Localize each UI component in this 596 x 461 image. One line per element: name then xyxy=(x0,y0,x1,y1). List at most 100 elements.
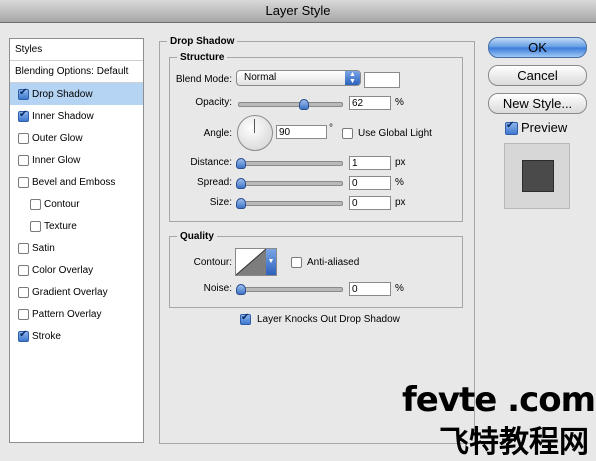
quality-title: Quality xyxy=(180,231,214,242)
size-slider[interactable] xyxy=(236,198,343,209)
style-item-checkbox[interactable] xyxy=(18,264,29,276)
drop-shadow-title: Drop Shadow xyxy=(170,36,235,47)
noise-slider[interactable] xyxy=(236,284,343,295)
use-global-light-checkbox[interactable] xyxy=(342,128,353,139)
preview-thumbnail xyxy=(504,143,570,209)
style-item[interactable]: Outer Glow xyxy=(10,127,143,149)
style-item-label: Outer Glow xyxy=(32,132,83,144)
opacity-slider[interactable] xyxy=(238,99,343,110)
opacity-field[interactable]: 62 xyxy=(349,96,391,110)
style-item[interactable]: Texture xyxy=(10,215,143,237)
angle-label: Angle: xyxy=(203,128,232,139)
style-item[interactable]: Color Overlay xyxy=(10,259,143,281)
opacity-unit: % xyxy=(395,97,404,108)
spread-slider-handle[interactable] xyxy=(236,178,246,189)
contour-label: Contour: xyxy=(193,257,232,268)
preview-square xyxy=(522,160,554,192)
distance-slider-handle[interactable] xyxy=(236,158,246,169)
noise-field[interactable]: 0 xyxy=(349,282,391,296)
quality-group: Quality xyxy=(169,231,463,308)
style-item[interactable]: Drop Shadow xyxy=(10,83,143,105)
style-item-checkbox[interactable] xyxy=(30,220,41,232)
watermark-domain: fevte .com xyxy=(402,380,596,420)
spread-unit: % xyxy=(395,177,404,188)
ok-button[interactable]: OK xyxy=(488,37,587,58)
style-item-checkbox[interactable] xyxy=(18,286,29,298)
style-item-checkbox[interactable] xyxy=(30,198,41,210)
style-item[interactable]: Pattern Overlay xyxy=(10,303,143,325)
angle-field[interactable]: 90 xyxy=(276,125,327,139)
preview-label: Preview xyxy=(521,120,568,135)
style-item-checkbox[interactable] xyxy=(18,87,29,100)
spread-field[interactable]: 0 xyxy=(349,176,391,190)
layer-knocks-out-checkbox[interactable] xyxy=(240,312,251,325)
size-slider-handle[interactable] xyxy=(236,198,246,209)
style-item[interactable]: Contour xyxy=(10,193,143,215)
style-item-checkbox[interactable] xyxy=(18,132,29,144)
watermark-chinese: 飞特教程网 xyxy=(439,425,589,460)
style-item[interactable]: Gradient Overlay xyxy=(10,281,143,303)
anti-aliased-label: Anti-aliased xyxy=(307,257,360,268)
styles-header[interactable]: Styles xyxy=(10,39,143,61)
angle-dial[interactable] xyxy=(237,115,273,151)
style-item-label: Inner Glow xyxy=(32,154,81,166)
noise-label: Noise: xyxy=(203,283,232,294)
spread-slider[interactable] xyxy=(236,178,343,189)
distance-label: Distance: xyxy=(190,157,232,168)
cancel-button[interactable]: Cancel xyxy=(488,65,587,86)
distance-slider[interactable] xyxy=(236,158,343,169)
contour-curve-icon xyxy=(236,249,267,275)
style-item[interactable]: Inner Shadow xyxy=(10,105,143,127)
style-item-checkbox[interactable] xyxy=(18,329,29,342)
preview-checkbox[interactable] xyxy=(505,120,518,135)
angle-unit: ° xyxy=(329,123,333,134)
style-item-checkbox[interactable] xyxy=(18,308,29,320)
title-bar: Layer Style xyxy=(0,0,596,23)
style-item-label: Satin xyxy=(32,242,55,254)
style-item-label: Pattern Overlay xyxy=(32,308,102,320)
blending-options-item[interactable]: Blending Options: Default xyxy=(10,61,143,83)
size-field[interactable]: 0 xyxy=(349,196,391,210)
blend-mode-label: Blend Mode: xyxy=(175,74,232,85)
styles-list: Styles Blending Options: Default Drop Sh… xyxy=(9,38,144,443)
angle-dial-hand xyxy=(254,119,255,133)
anti-aliased-checkbox[interactable] xyxy=(291,257,302,268)
use-global-light-label: Use Global Light xyxy=(358,128,432,139)
select-arrows-icon: ▲ ▼ xyxy=(345,71,360,85)
opacity-slider-handle[interactable] xyxy=(298,99,309,110)
style-item-label: Bevel and Emboss xyxy=(32,176,116,188)
style-item[interactable]: Inner Glow xyxy=(10,149,143,171)
window-title: Layer Style xyxy=(265,3,331,18)
new-style-button[interactable]: New Style... xyxy=(488,93,587,114)
style-items: Drop Shadow Inner Shadow Outer Glow Inner G… xyxy=(10,83,143,347)
style-item[interactable]: Satin xyxy=(10,237,143,259)
size-unit: px xyxy=(395,197,406,208)
blend-mode-select[interactable]: Normal ▲ ▼ xyxy=(236,70,361,86)
style-item-checkbox[interactable] xyxy=(18,109,29,122)
style-item-checkbox[interactable] xyxy=(18,242,29,254)
shadow-color-swatch[interactable] xyxy=(364,72,400,88)
style-item[interactable]: Stroke xyxy=(10,325,143,347)
style-item-label: Texture xyxy=(44,220,77,232)
distance-field[interactable]: 1 xyxy=(349,156,391,170)
style-item[interactable]: Bevel and Emboss xyxy=(10,171,143,193)
style-item-label: Contour xyxy=(44,198,80,210)
opacity-label: Opacity: xyxy=(195,97,232,108)
noise-slider-handle[interactable] xyxy=(236,284,246,295)
spread-label: Spread: xyxy=(196,177,232,188)
structure-title: Structure xyxy=(180,52,225,63)
style-item-label: Drop Shadow xyxy=(32,88,93,100)
style-item-label: Stroke xyxy=(32,330,61,342)
style-item-checkbox[interactable] xyxy=(18,176,29,188)
size-label: Size: xyxy=(209,197,232,208)
distance-unit: px xyxy=(395,157,406,168)
blend-mode-value: Normal xyxy=(244,72,277,83)
contour-picker[interactable]: ▼ xyxy=(235,248,277,276)
style-item-checkbox[interactable] xyxy=(18,154,29,166)
style-item-label: Color Overlay xyxy=(32,264,94,276)
noise-unit: % xyxy=(395,283,404,294)
contour-dropdown-icon: ▼ xyxy=(266,249,276,275)
style-item-label: Gradient Overlay xyxy=(32,286,108,298)
style-item-label: Inner Shadow xyxy=(32,110,94,122)
layer-knocks-out-label: Layer Knocks Out Drop Shadow xyxy=(257,314,400,325)
